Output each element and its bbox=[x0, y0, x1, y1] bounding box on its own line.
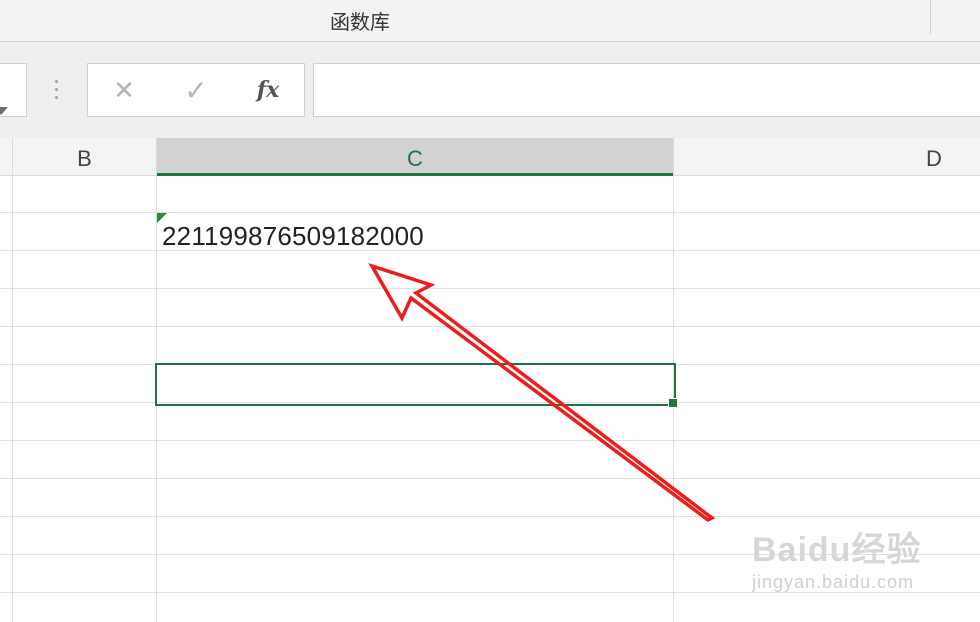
watermark: Baidu经验 jingyan.baidu.com bbox=[752, 522, 922, 592]
watermark-brand: Baidu经验 bbox=[752, 531, 922, 569]
watermark-url: jingyan.baidu.com bbox=[752, 572, 915, 592]
